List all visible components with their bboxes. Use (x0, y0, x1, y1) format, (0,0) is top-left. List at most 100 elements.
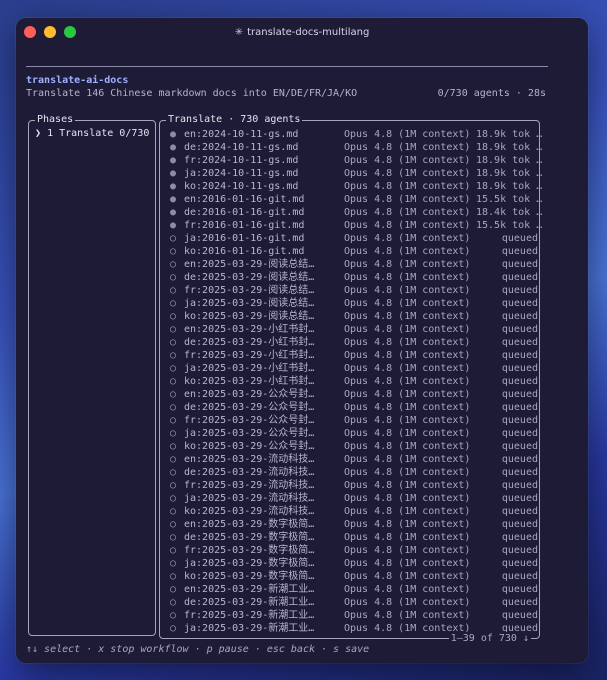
table-row[interactable]: ○ en:2025-03-29-阅读总结… Opus 4.8 (1M context… (170, 258, 538, 271)
agent-file: ko:2016-01-16-git.md (184, 246, 305, 257)
table-row[interactable]: ○ de:2025-03-29-新潮工业… Opus 4.8 (1M context… (170, 596, 538, 609)
status-queued-icon: ○ (170, 285, 177, 296)
agent-result: queued (501, 246, 538, 257)
agent-file: ko:2025-03-29-数字极简… (184, 571, 315, 582)
agent-result: queued (501, 337, 538, 348)
agent-result: 15.5k tok … (476, 220, 543, 231)
table-row[interactable]: ○ de:2025-03-29-流动科技… Opus 4.8 (1M context… (170, 466, 538, 479)
agent-result: queued (501, 610, 538, 621)
agent-file: de:2025-03-29-小红书封… (184, 337, 315, 348)
agent-list[interactable]: ● en:2024-10-11-gs.md Opus 4.8 (1M context… (170, 128, 542, 635)
agent-result: queued (501, 428, 538, 439)
status-queued-icon: ○ (170, 558, 177, 569)
agent-file: ja:2025-03-29-阅读总结… (184, 298, 315, 309)
status-queued-icon: ○ (170, 441, 177, 452)
table-row[interactable]: ● ja:2024-10-11-gs.md Opus 4.8 (1M context… (170, 167, 542, 180)
table-row[interactable]: ○ ja:2016-01-16-git.md Opus 4.8 (1M contex… (170, 232, 538, 245)
maximize-window-button[interactable] (64, 26, 76, 38)
phase-item-translate[interactable]: ❯ 1 Translate 0/730 (35, 127, 149, 140)
agent-model: Opus 4.8 (1M context) (344, 441, 471, 452)
terminal-window: ✳ translate-docs-multilang translate-ai-… (16, 18, 588, 663)
agent-file: de:2025-03-29-公众号封… (184, 402, 315, 413)
table-row[interactable]: ○ fr:2025-03-29-公众号封… Opus 4.8 (1M context… (170, 414, 538, 427)
table-row[interactable]: ● fr:2016-01-16-git.md Opus 4.8 (1M contex… (170, 219, 542, 232)
table-row[interactable]: ○ ko:2025-03-29-小红书封… Opus 4.8 (1M context… (170, 375, 538, 388)
close-window-button[interactable] (24, 26, 36, 38)
agent-model: Opus 4.8 (1M context) (344, 337, 471, 348)
status-queued-icon: ○ (170, 480, 177, 491)
table-row[interactable]: ○ ja:2025-03-29-流动科技… Opus 4.8 (1M context… (170, 492, 538, 505)
table-row[interactable]: ○ de:2025-03-29-公众号封… Opus 4.8 (1M context… (170, 401, 538, 414)
table-row[interactable]: ● ko:2024-10-11-gs.md Opus 4.8 (1M context… (170, 180, 542, 193)
table-row[interactable]: ○ fr:2025-03-29-数字极简… Opus 4.8 (1M context… (170, 544, 538, 557)
table-row[interactable]: ○ en:2025-03-29-公众号封… Opus 4.8 (1M context… (170, 388, 538, 401)
status-queued-icon: ○ (170, 298, 177, 309)
table-row[interactable]: ○ fr:2025-03-29-新潮工业… Opus 4.8 (1M context… (170, 609, 538, 622)
table-row[interactable]: ○ ko:2025-03-29-流动科技… Opus 4.8 (1M context… (170, 505, 538, 518)
status-done-icon: ● (170, 194, 177, 205)
agent-model: Opus 4.8 (1M context) (344, 584, 471, 595)
agent-result: 15.5k tok … (476, 194, 543, 205)
workflow-status: 0/730 agents · 28s (437, 88, 546, 99)
agent-model: Opus 4.8 (1M context) (344, 285, 471, 296)
agent-model: Opus 4.8 (1M context) (344, 467, 471, 478)
table-row[interactable]: ● de:2024-10-11-gs.md Opus 4.8 (1M context… (170, 141, 542, 154)
agent-result: queued (501, 454, 538, 465)
agent-file: ja:2025-03-29-数字极简… (184, 558, 315, 569)
status-done-icon: ● (170, 155, 177, 166)
table-row[interactable]: ○ en:2025-03-29-新潮工业… Opus 4.8 (1M context… (170, 583, 538, 596)
agent-model: Opus 4.8 (1M context) (344, 532, 471, 543)
table-row[interactable]: ○ ko:2025-03-29-公众号封… Opus 4.8 (1M context… (170, 440, 538, 453)
agent-result: queued (501, 467, 538, 478)
table-row[interactable]: ● en:2016-01-16-git.md Opus 4.8 (1M contex… (170, 193, 542, 206)
agent-file: fr:2025-03-29-新潮工业… (184, 610, 315, 621)
agent-file: en:2024-10-11-gs.md (184, 129, 299, 140)
table-row[interactable]: ● de:2016-01-16-git.md Opus 4.8 (1M contex… (170, 206, 542, 219)
agent-result: 18.9k tok … (476, 142, 543, 153)
agent-model: Opus 4.8 (1M context) (344, 129, 471, 140)
table-row[interactable]: ○ ja:2025-03-29-小红书封… Opus 4.8 (1M context… (170, 362, 538, 375)
phases-panel: Phases ❯ 1 Translate 0/730 (28, 113, 156, 636)
table-row[interactable]: ○ ko:2025-03-29-数字极简… Opus 4.8 (1M context… (170, 570, 538, 583)
agent-model: Opus 4.8 (1M context) (344, 545, 471, 556)
agent-file: de:2025-03-29-数字极简… (184, 532, 315, 543)
agent-file: ja:2025-03-29-小红书封… (184, 363, 315, 374)
agent-result: queued (501, 493, 538, 504)
agent-file: en:2016-01-16-git.md (184, 194, 305, 205)
agent-result: queued (501, 324, 538, 335)
table-row[interactable]: ○ ja:2025-03-29-公众号封… Opus 4.8 (1M context… (170, 427, 538, 440)
table-row[interactable]: ○ fr:2025-03-29-流动科技… Opus 4.8 (1M context… (170, 479, 538, 492)
agent-result: queued (501, 259, 538, 270)
table-row[interactable]: ○ fr:2025-03-29-小红书封… Opus 4.8 (1M context… (170, 349, 538, 362)
status-done-icon: ● (170, 220, 177, 231)
status-queued-icon: ○ (170, 493, 177, 504)
table-row[interactable]: ○ en:2025-03-29-流动科技… Opus 4.8 (1M context… (170, 453, 538, 466)
table-row[interactable]: ○ de:2025-03-29-小红书封… Opus 4.8 (1M context… (170, 336, 538, 349)
table-row[interactable]: ○ en:2025-03-29-数字极简… Opus 4.8 (1M context… (170, 518, 538, 531)
status-queued-icon: ○ (170, 506, 177, 517)
minimize-window-button[interactable] (44, 26, 56, 38)
agent-model: Opus 4.8 (1M context) (344, 168, 471, 179)
top-divider (26, 66, 548, 67)
status-queued-icon: ○ (170, 389, 177, 400)
table-row[interactable]: ○ de:2025-03-29-数字极简… Opus 4.8 (1M context… (170, 531, 538, 544)
table-row[interactable]: ○ ja:2025-03-29-阅读总结… Opus 4.8 (1M context… (170, 297, 538, 310)
agent-result: 18.9k tok … (476, 129, 543, 140)
table-row[interactable]: ○ en:2025-03-29-小红书封… Opus 4.8 (1M context… (170, 323, 538, 336)
keybinding-hints: ↑↓ select · x stop workflow · p pause · … (26, 644, 370, 655)
status-queued-icon: ○ (170, 623, 177, 634)
table-row[interactable]: ○ ja:2025-03-29-数字极简… Opus 4.8 (1M context… (170, 557, 538, 570)
agent-result: queued (501, 584, 538, 595)
status-queued-icon: ○ (170, 467, 177, 478)
table-row[interactable]: ○ ko:2025-03-29-阅读总结… Opus 4.8 (1M context… (170, 310, 538, 323)
table-row[interactable]: ○ fr:2025-03-29-阅读总结… Opus 4.8 (1M context… (170, 284, 538, 297)
table-row[interactable]: ● en:2024-10-11-gs.md Opus 4.8 (1M context… (170, 128, 542, 141)
status-queued-icon: ○ (170, 402, 177, 413)
table-row[interactable]: ○ de:2025-03-29-阅读总结… Opus 4.8 (1M context… (170, 271, 538, 284)
agent-model: Opus 4.8 (1M context) (344, 220, 471, 231)
table-row[interactable]: ● fr:2024-10-11-gs.md Opus 4.8 (1M context… (170, 154, 542, 167)
agent-model: Opus 4.8 (1M context) (344, 181, 471, 192)
agent-model: Opus 4.8 (1M context) (344, 506, 471, 517)
table-row[interactable]: ○ ko:2016-01-16-git.md Opus 4.8 (1M contex… (170, 245, 538, 258)
status-queued-icon: ○ (170, 272, 177, 283)
